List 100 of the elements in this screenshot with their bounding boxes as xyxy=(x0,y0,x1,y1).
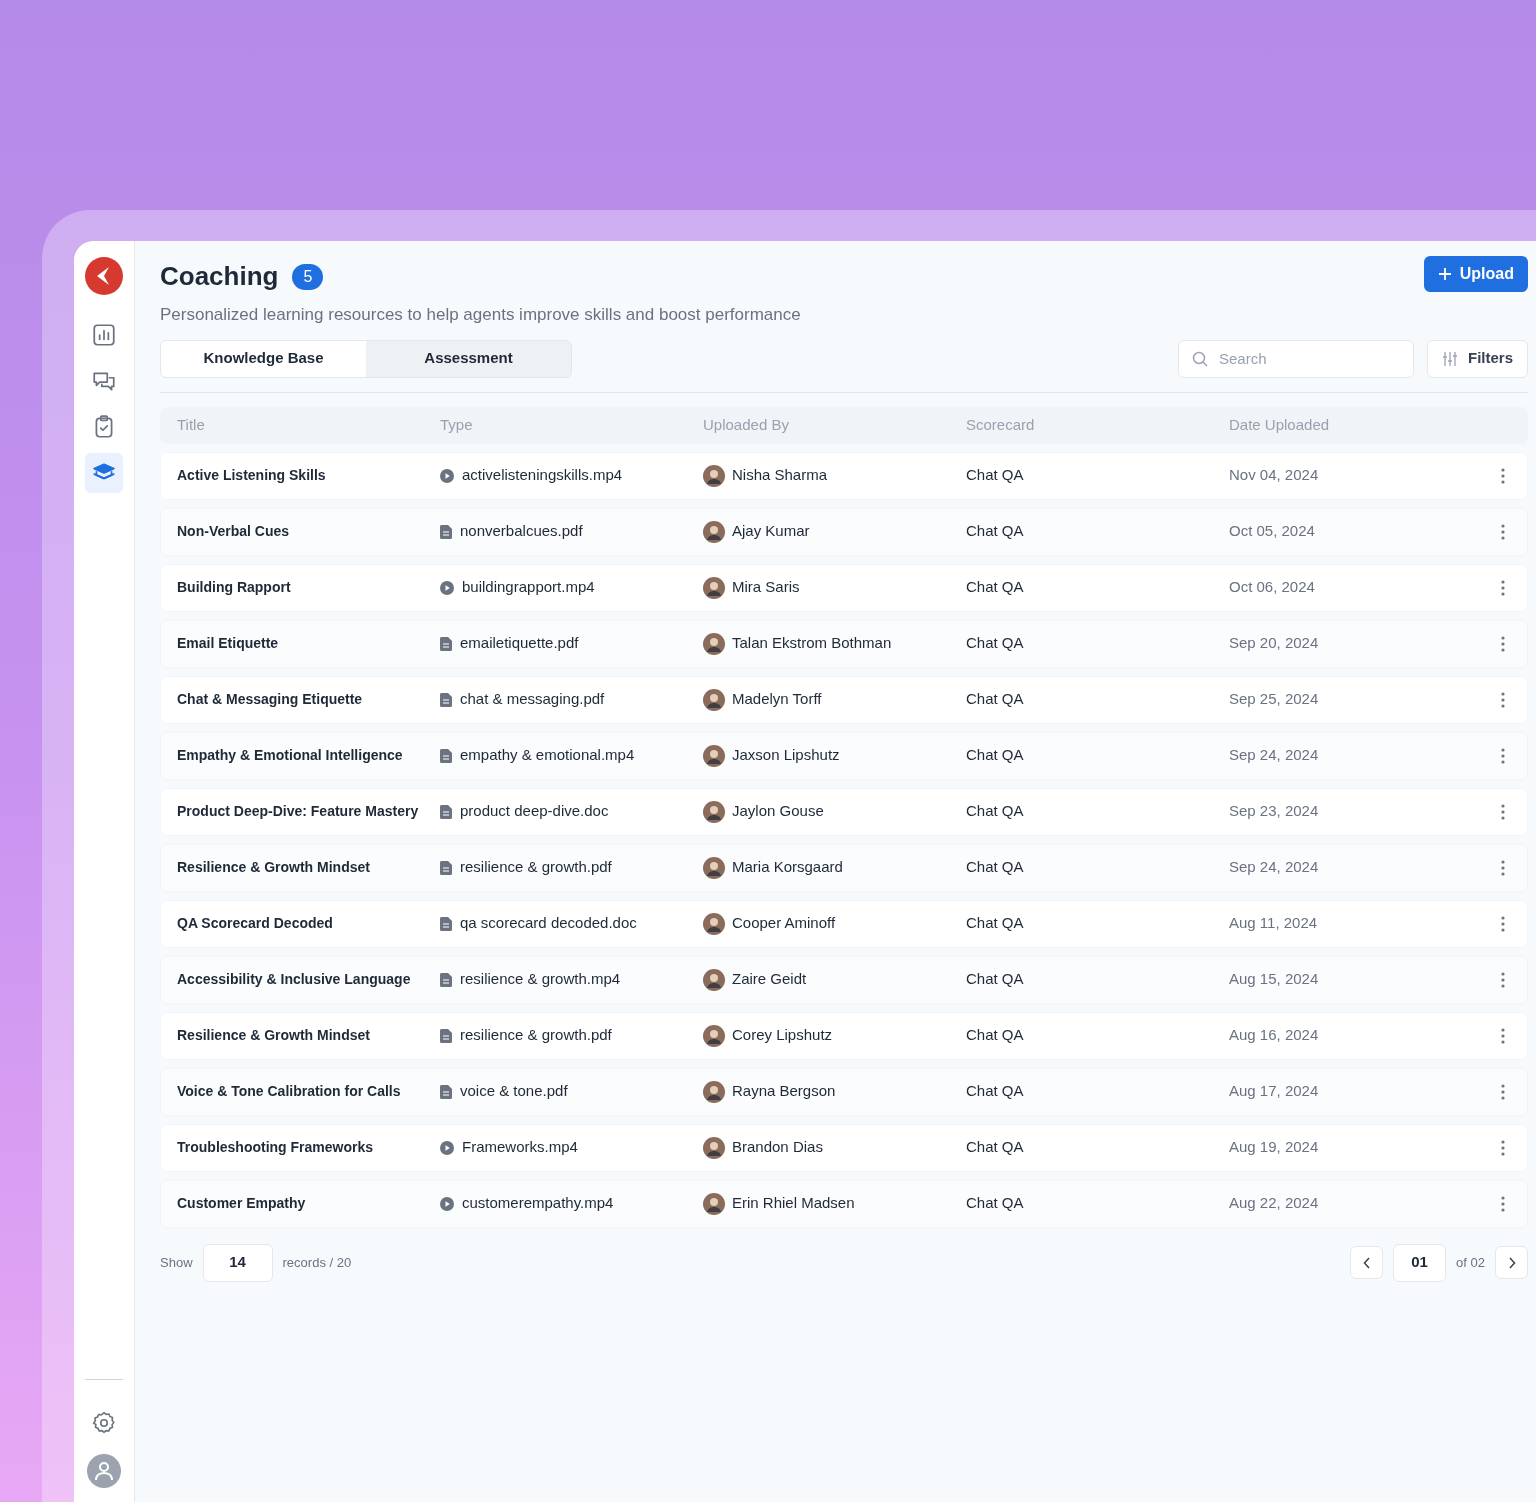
more-options-icon[interactable] xyxy=(1501,971,1505,988)
upload-button[interactable]: Upload xyxy=(1423,256,1528,292)
table-row[interactable]: Non-Verbal Cues nonverbalcues.pdf Ajay Kumar Chat QA Oct 05, 2024 xyxy=(160,507,1528,556)
more-options-icon[interactable] xyxy=(1501,467,1505,484)
avatar-icon xyxy=(703,800,725,823)
uploader-name: Zaire Geidt xyxy=(732,969,807,990)
sliders-icon xyxy=(1442,350,1458,367)
avatar-icon xyxy=(703,968,725,991)
more-options-icon[interactable] xyxy=(1501,803,1505,820)
search-icon xyxy=(1192,350,1208,367)
uploader-name: Jaxson Lipshutz xyxy=(732,745,840,766)
table-row[interactable]: Resilience & Growth Mindset resilience & growth.pdf Maria Korsgaard Chat QA Sep 24, 2024 xyxy=(160,843,1528,892)
document-icon xyxy=(440,636,452,651)
page-count: of 02 xyxy=(1456,1253,1485,1272)
file-name: product deep-dive.doc xyxy=(460,801,609,822)
chevron-left-icon xyxy=(1362,1256,1371,1269)
more-options-icon[interactable] xyxy=(1501,747,1505,764)
date-cell-text: Aug 17, 2024 xyxy=(1228,1081,1320,1102)
avatar-icon xyxy=(703,744,725,767)
avatar-icon xyxy=(703,1024,725,1047)
title-cell-text: Resilience & Growth Mindset xyxy=(177,858,370,877)
uploader-name: Nisha Sharma xyxy=(732,465,828,486)
uploader-name: Maria Korsgaard xyxy=(732,857,843,878)
document-icon xyxy=(440,692,452,707)
table-row[interactable]: Email Etiquette emailetiquette.pdf Talan Ekstrom Bothman Chat QA Sep 20, 2024 xyxy=(160,619,1528,668)
title-cell-text: Empathy & Emotional Intelligence xyxy=(177,746,403,765)
more-options-icon[interactable] xyxy=(1501,1027,1505,1044)
document-icon xyxy=(440,916,452,931)
table-row[interactable]: Empathy & Emotional Intelligence empathy & emotional.mp4 Jaxson Lipshutz Chat QA Sep 24, 2024 xyxy=(160,731,1528,780)
date-cell-text: Aug 22, 2024 xyxy=(1228,1193,1320,1214)
play-icon xyxy=(440,1196,454,1211)
date-cell-text: Aug 11, 2024 xyxy=(1228,913,1319,934)
filters-button[interactable]: Filters xyxy=(1427,339,1528,378)
nav-item[interactable] xyxy=(85,453,123,493)
uploader-name: Jaylon Gouse xyxy=(732,801,824,822)
search-field[interactable]: Search xyxy=(1178,339,1414,378)
table-row[interactable]: Resilience & Growth Mindset resilience & growth.pdf Corey Lipshutz Chat QA Aug 16, 2024 xyxy=(160,1011,1528,1060)
user-avatar-icon[interactable] xyxy=(87,1454,121,1488)
table-row[interactable]: Building Rapport buildingrapport.mp4 Mira Saris Chat QA Oct 06, 2024 xyxy=(160,563,1528,612)
table-row[interactable]: Voice & Tone Calibration for Calls voice & tone.pdf Rayna Bergson Chat QA Aug 17, 2024 xyxy=(160,1067,1528,1116)
page-field[interactable]: 01 xyxy=(1393,1243,1447,1282)
title-cell-text: Non-Verbal Cues xyxy=(177,522,290,541)
more-options-icon[interactable] xyxy=(1501,915,1505,932)
logo-icon xyxy=(85,257,123,295)
more-options-icon[interactable] xyxy=(1501,1139,1505,1156)
more-options-icon[interactable] xyxy=(1501,635,1505,652)
more-options-icon[interactable] xyxy=(1501,691,1505,708)
file-name: Frameworks.mp4 xyxy=(462,1137,578,1158)
table-row[interactable]: Customer Empathy customerempathy.mp4 Erin Rhiel Madsen Chat QA Aug 22, 2024 xyxy=(160,1179,1528,1228)
title-cell-text: Building Rapport xyxy=(177,578,291,597)
title-cell-text: QA Scorecard Decoded xyxy=(177,914,333,933)
date-cell-text: Nov 04, 2024 xyxy=(1228,465,1320,486)
more-options-icon[interactable] xyxy=(1501,1083,1505,1100)
table-row[interactable]: Active Listening Skills activelisteningskills.mp4 Nisha Sharma Chat QA Nov 04, 2024 xyxy=(160,451,1528,500)
chart-icon xyxy=(91,322,117,348)
uploader-name: Madelyn Torff xyxy=(732,689,822,710)
chevron-right-icon xyxy=(1507,1256,1516,1269)
more-options-icon[interactable] xyxy=(1501,523,1505,540)
tab[interactable]: Knowledge Base xyxy=(161,340,366,377)
file-name: voice & tone.pdf xyxy=(460,1081,568,1102)
scorecard-cell-text: Chat QA xyxy=(965,521,1025,542)
more-options-icon[interactable] xyxy=(1501,579,1505,596)
table-row[interactable]: Troubleshooting Frameworks Frameworks.mp4 Brandon Dias Chat QA Aug 19, 2024 xyxy=(160,1123,1528,1172)
per-page-field[interactable]: 14 xyxy=(202,1243,273,1282)
avatar-icon xyxy=(703,1136,725,1159)
table-row[interactable]: Chat & Messaging Etiquette chat & messaging.pdf Madelyn Torff Chat QA Sep 25, 2024 xyxy=(160,675,1528,724)
play-icon xyxy=(440,580,454,595)
document-icon xyxy=(440,748,452,763)
file-name: nonverbalcues.pdf xyxy=(460,521,583,542)
table-row[interactable]: Product Deep-Dive: Feature Mastery product deep-dive.doc Jaylon Gouse Chat QA Sep 23, 2024 xyxy=(160,787,1528,836)
title-cell-text: Active Listening Skills xyxy=(177,466,326,485)
page-title: Coaching xyxy=(160,260,279,293)
file-name: resilience & growth.pdf xyxy=(460,1025,612,1046)
avatar-icon xyxy=(703,1080,725,1103)
document-icon xyxy=(440,860,452,875)
avatar-icon xyxy=(703,912,725,935)
column-header: Type xyxy=(439,414,474,435)
scorecard-cell-text: Chat QA xyxy=(965,1025,1025,1046)
table-row[interactable]: QA Scorecard Decoded qa scorecard decoded.doc Cooper Aminoff Chat QA Aug 11, 2024 xyxy=(160,899,1528,948)
settings-icon[interactable] xyxy=(91,1410,117,1436)
more-options-icon[interactable] xyxy=(1501,859,1505,876)
scorecard-cell-text: Chat QA xyxy=(965,633,1025,654)
scorecard-cell-text: Chat QA xyxy=(965,689,1025,710)
file-name: activelisteningskills.mp4 xyxy=(462,465,623,486)
title-cell-text: Product Deep-Dive: Feature Mastery xyxy=(177,802,419,821)
uploader-name: Cooper Aminoff xyxy=(732,913,836,934)
table-row[interactable]: Accessibility & Inclusive Language resilience & growth.mp4 Zaire Geidt Chat QA Aug 15, 2024 xyxy=(160,955,1528,1004)
file-name: qa scorecard decoded.doc xyxy=(460,913,637,934)
scorecard-cell-text: Chat QA xyxy=(965,913,1025,934)
column-header: Uploaded By xyxy=(702,414,790,435)
scorecard-cell-text: Chat QA xyxy=(965,801,1025,822)
more-options-icon[interactable] xyxy=(1501,1195,1505,1212)
uploader-name: Erin Rhiel Madsen xyxy=(732,1193,855,1214)
date-cell-text: Aug 16, 2024 xyxy=(1228,1025,1320,1046)
avatar-icon xyxy=(703,688,725,711)
file-name: buildingrapport.mp4 xyxy=(462,577,595,598)
title-cell-text: Customer Empathy xyxy=(177,1194,306,1213)
uploader-name: Corey Lipshutz xyxy=(732,1025,833,1046)
page-subtitle: Personalized learning resources to help agents improve skills and boost performance xyxy=(160,304,801,326)
date-cell-text: Sep 24, 2024 xyxy=(1228,745,1320,766)
